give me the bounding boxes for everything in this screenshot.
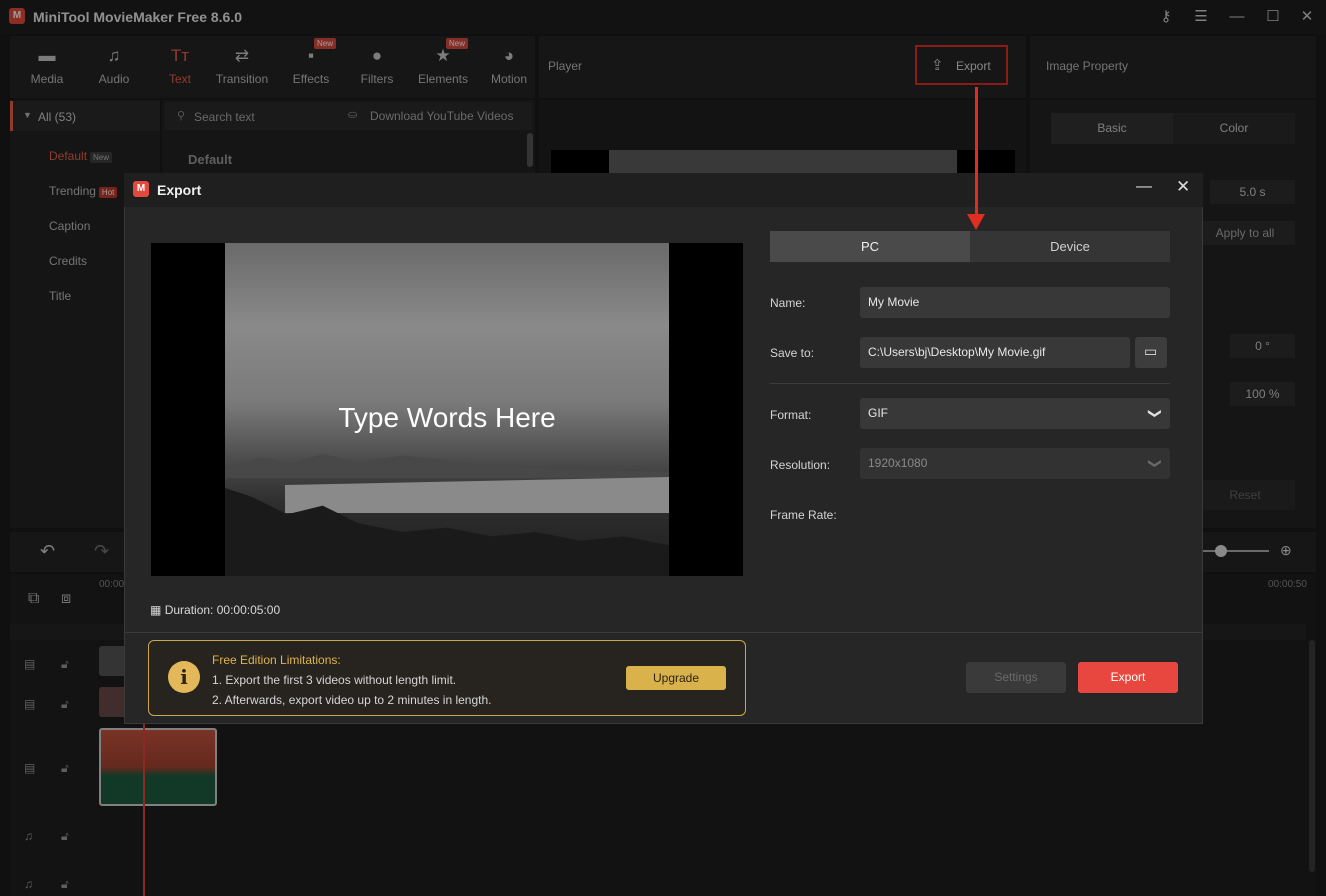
chevron-down-icon: ❯	[1148, 458, 1164, 469]
format-select[interactable]: GIF ❯	[860, 398, 1170, 429]
name-label: Name:	[770, 296, 806, 310]
chevron-down-icon: ❯	[1148, 408, 1164, 419]
water-shape	[285, 477, 669, 513]
annotation-arrow-line	[975, 87, 978, 217]
dialog-header	[124, 173, 1203, 207]
frame-rate-label: Frame Rate:	[770, 508, 837, 522]
upgrade-button[interactable]: Upgrade	[626, 666, 726, 690]
resolution-value: 1920x1080	[868, 456, 928, 470]
folder-icon: ▭	[1144, 343, 1158, 359]
duration-info: ▦ Duration: 00:00:05:00	[150, 603, 280, 617]
dialog-logo-icon: M	[133, 181, 149, 197]
dialog-title: Export	[157, 182, 202, 198]
duration-label: Duration:	[164, 603, 214, 617]
export-button[interactable]: Export	[1078, 662, 1178, 693]
limitation-line-1: 1. Export the first 3 videos without len…	[212, 673, 457, 687]
save-path-field[interactable]: C:\Users\bj\Desktop\My Movie.gif	[860, 337, 1130, 368]
preview-caption: Type Words Here	[338, 402, 556, 433]
duration-value: 00:00:05:00	[216, 603, 281, 617]
tab-pc[interactable]: PC	[770, 231, 970, 262]
format-value: GIF	[868, 406, 888, 420]
divider	[770, 383, 1170, 384]
resolution-select[interactable]: 1920x1080 ❯	[860, 448, 1170, 479]
name-field[interactable]: My Movie	[860, 287, 1170, 318]
limitations-title: Free Edition Limitations:	[212, 653, 341, 667]
limitation-line-2: 2. Afterwards, export video up to 2 minu…	[212, 693, 492, 707]
annotation-arrow-head	[967, 214, 985, 230]
dialog-close-icon[interactable]: ✕	[1176, 177, 1190, 197]
format-label: Format:	[770, 408, 812, 422]
footer-divider	[125, 632, 1202, 633]
browse-folder-button[interactable]: ▭	[1135, 337, 1167, 368]
dialog-minimize-icon[interactable]: —	[1136, 178, 1152, 196]
info-icon: i	[168, 661, 200, 693]
film-icon: ▦	[150, 603, 162, 617]
settings-button[interactable]: Settings	[966, 662, 1066, 693]
resolution-label: Resolution:	[770, 458, 831, 472]
save-to-label: Save to:	[770, 346, 815, 360]
mountain-shape	[225, 454, 669, 478]
tab-device[interactable]: Device	[970, 231, 1170, 262]
